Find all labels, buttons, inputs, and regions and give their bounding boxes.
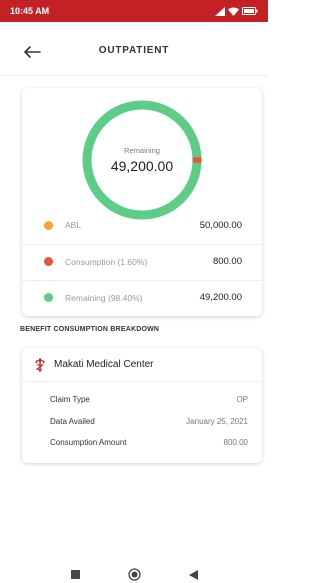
back-triangle-icon[interactable] [188,569,198,580]
abl-value: 50,000.00 [199,219,242,231]
breakdown-section-title: BENEFIT CONSUMPTION BREAKDOWN [20,326,160,333]
claim-card-header: Makati Medical Center [22,348,262,382]
claim-type-value: OP [236,395,248,404]
remaining-row-value: 49,200.00 [199,292,242,303]
abl-label: ABL [65,220,82,230]
caduceus-icon [35,357,45,372]
claim-card[interactable]: Makati Medical Center Claim Type OP Data… [22,348,262,463]
date-availed-label: Data Availed [50,417,95,426]
page-title: OUTPATIENT [98,45,170,56]
consumption-dot [44,257,53,266]
legend-row-consumption: Consumption (1.60%) 800.00 [22,244,262,278]
donut-center: Remaining 49,200.00 [80,98,204,222]
remaining-row-label: Remaining (98.40%) [65,292,143,303]
remaining-dot [44,293,53,302]
signal-icon [215,6,225,16]
consumption-amount-value: 800.00 [223,438,248,447]
claim-row-amount: Consumption Amount 800.00 [50,438,248,447]
legend-row-abl: ABL 50,000.00 [22,208,262,242]
status-icons [215,6,258,16]
system-nav-bar [0,566,268,583]
status-time: 10:45 AM [10,6,50,16]
date-availed-value: January 25, 2021 [186,417,248,426]
remaining-value: 49,200.00 [110,158,174,174]
remaining-label: Remaining [124,146,160,155]
claim-type-label: Claim Type [50,395,90,404]
recents-icon[interactable] [70,570,80,579]
app-header: OUTPATIENT [0,22,268,76]
claim-row-date: Data Availed January 25, 2021 [50,417,248,426]
consumption-label: Consumption (1.60%) [65,256,148,267]
legend-row-remaining: Remaining (98.40%) 49,200.00 [22,280,262,314]
hospital-name: Makati Medical Center [54,359,154,370]
wifi-icon [228,7,239,16]
status-bar: 10:45 AM [0,0,268,22]
consumption-amount-label: Consumption Amount [50,438,127,447]
home-icon[interactable] [127,568,141,581]
benefit-summary-card: Remaining 49,200.00 ABL 50,000.00 Consum… [22,88,262,316]
claim-row-type: Claim Type OP [50,395,248,404]
battery-icon [242,7,258,15]
consumption-value: 800.00 [212,256,242,267]
abl-dot [44,220,53,230]
